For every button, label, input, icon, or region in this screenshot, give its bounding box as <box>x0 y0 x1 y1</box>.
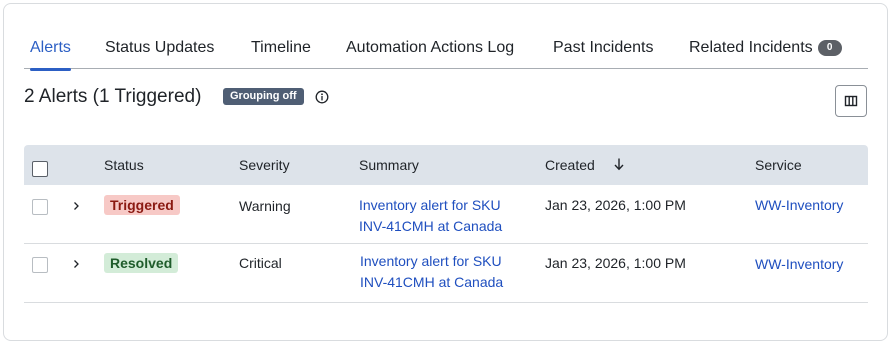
column-header-created[interactable]: Created <box>545 157 595 173</box>
service-link[interactable]: WW-Inventory <box>755 254 843 275</box>
severity-cell: Warning <box>239 198 291 214</box>
grouping-status-badge: Grouping off <box>223 88 304 105</box>
tab-timeline[interactable]: Timeline <box>251 36 311 69</box>
created-cell: Jan 23, 2026, 1:00 PM <box>545 197 686 213</box>
alerts-count-title: 2 Alerts (1 Triggered) <box>24 86 202 107</box>
columns-icon <box>844 95 858 107</box>
column-header-severity[interactable]: Severity <box>239 157 290 173</box>
summary-line: INV-41CMH at Canada <box>360 274 504 290</box>
tab-alerts[interactable]: Alerts <box>30 36 71 71</box>
select-all-checkbox[interactable] <box>32 161 48 177</box>
related-incidents-count-badge: 0 <box>817 40 842 56</box>
column-header-status[interactable]: Status <box>104 157 144 173</box>
tab-past-incidents[interactable]: Past Incidents <box>553 36 654 69</box>
alerts-table: Status Severity Summary Created Service … <box>24 145 868 303</box>
tab-status-updates[interactable]: Status Updates <box>105 36 214 69</box>
chevron-right-icon[interactable] <box>71 201 81 211</box>
chevron-right-icon[interactable] <box>71 259 81 269</box>
sort-descending-icon[interactable] <box>613 157 625 171</box>
column-header-service[interactable]: Service <box>755 157 802 173</box>
tab-automation-actions-log[interactable]: Automation Actions Log <box>346 36 514 69</box>
tab-bar: Alerts Status Updates Timeline Automatio… <box>24 36 868 71</box>
info-icon[interactable] <box>315 90 329 104</box>
summary-link[interactable]: Inventory alert for SKU INV-41CMH at Can… <box>360 251 503 293</box>
tab-related-incidents[interactable]: Related Incidents 0 <box>689 36 842 69</box>
table-header: Status Severity Summary Created Service <box>24 145 868 185</box>
table-row[interactable]: Triggered Warning Inventory alert for SK… <box>24 185 868 244</box>
status-badge: Resolved <box>104 253 179 273</box>
tab-related-incidents-label: Related Incidents <box>689 39 813 56</box>
service-link[interactable]: WW-Inventory <box>755 195 843 216</box>
table-row[interactable]: Resolved Critical Inventory alert for SK… <box>24 244 868 303</box>
column-settings-button[interactable] <box>835 85 867 117</box>
severity-cell: Critical <box>239 255 282 271</box>
summary-link[interactable]: Inventory alert for SKU INV-41CMH at Can… <box>359 195 502 237</box>
column-header-summary[interactable]: Summary <box>359 157 419 173</box>
created-cell: Jan 23, 2026, 1:00 PM <box>545 255 686 271</box>
summary-line: Inventory alert for SKU <box>360 253 502 269</box>
row-checkbox[interactable] <box>32 199 48 215</box>
status-badge: Triggered <box>104 195 180 215</box>
summary-line: INV-41CMH at Canada <box>359 218 503 234</box>
row-checkbox[interactable] <box>32 257 48 273</box>
summary-line: Inventory alert for SKU <box>359 197 501 213</box>
